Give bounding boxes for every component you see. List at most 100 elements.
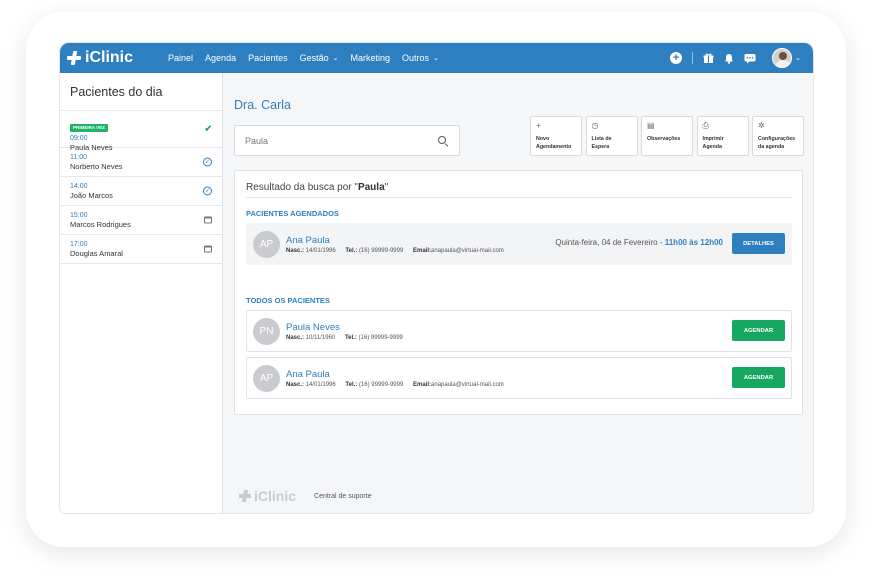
- patient-card[interactable]: AP Ana Paula Nasc.: 14/01/1996 Tel.: (16…: [246, 357, 792, 399]
- nav-label: Painel: [168, 53, 194, 63]
- agenda-settings-button[interactable]: ✲ Configurações da agenda: [752, 116, 804, 156]
- footer-logo[interactable]: iClinic: [239, 488, 296, 504]
- label-line-2: Agendamento: [536, 144, 572, 150]
- sidebar-title: Pacientes do dia: [60, 73, 222, 111]
- chat-icon[interactable]: [744, 53, 756, 64]
- nav-label: Pacientes: [248, 53, 288, 63]
- action-label: Configurações da agenda: [758, 135, 803, 151]
- app-window: iClinic Painel Agenda Pacientes Gestão ⌄ …: [59, 42, 814, 514]
- search-input[interactable]: [235, 126, 415, 155]
- schedule-button[interactable]: AGENDAR: [732, 320, 785, 341]
- first-visit-badge: PRIMEIRA VEZ: [70, 124, 108, 132]
- check-icon: ✔: [204, 123, 212, 134]
- doctor-name[interactable]: Dra. Carla: [234, 98, 291, 112]
- scheduled-patient-card[interactable]: AP Ana Paula Nasc.: 14/01/1996 Tel.: (16…: [246, 223, 792, 265]
- gear-icon: ✲: [758, 121, 765, 130]
- birth-label: Nasc.:: [286, 335, 305, 341]
- waiting-list-button[interactable]: ◷ Lista de Espera: [585, 116, 638, 156]
- nav-painel[interactable]: Painel: [168, 53, 193, 63]
- nav-pacientes[interactable]: Pacientes: [248, 53, 288, 63]
- patient-list-item[interactable]: PRIMEIRA VEZ 09:00 Paula Neves ✔: [60, 111, 222, 152]
- support-center-link[interactable]: Central de suporte: [314, 493, 372, 500]
- iclinic-logo-icon: [239, 490, 251, 502]
- birth-value: 10/11/1960: [305, 335, 336, 341]
- details-button[interactable]: DETALHES: [732, 233, 785, 254]
- user-avatar[interactable]: [772, 48, 793, 68]
- printer-icon: ⎙: [702, 121, 709, 130]
- patient-name-link[interactable]: Paula Neves: [286, 322, 340, 333]
- birth-label: Nasc.:: [286, 382, 305, 388]
- patient-search: [234, 125, 460, 156]
- appointment-time: 11h00 às 12h00: [664, 238, 723, 247]
- nav-label: Marketing: [350, 53, 391, 63]
- nav-marketing[interactable]: Marketing: [351, 53, 391, 63]
- chevron-down-icon: ⌄: [433, 55, 439, 62]
- phone-label: Tel.:: [344, 335, 357, 341]
- plus-glyph: +: [670, 52, 683, 64]
- patient-name-link[interactable]: Ana Paula: [286, 235, 330, 246]
- patient-avatar: PN: [253, 318, 280, 345]
- patient-list-item[interactable]: 17:00 Douglas Amaral: [60, 235, 222, 264]
- footer: iClinic Central de suporte: [239, 488, 372, 504]
- patient-meta: Nasc.: 10/11/1960 Tel.: (16) 99999-9999: [286, 335, 403, 341]
- print-agenda-button[interactable]: ⎙ Imprimir Agenda: [696, 116, 749, 156]
- nav-gestao[interactable]: Gestão ⌄: [300, 53, 339, 63]
- phone-label: Tel.:: [345, 382, 358, 388]
- email-value: anapaula@virtual-mail.com: [431, 382, 504, 388]
- footer-logo-text: iClinic: [254, 488, 297, 504]
- patient-card[interactable]: PN Paula Neves Nasc.: 10/11/1960 Tel.: (…: [246, 310, 792, 352]
- label-line-1: Imprimir: [702, 136, 724, 142]
- new-appointment-button[interactable]: + Novo Agendamento: [530, 116, 582, 156]
- label-line-2: Agenda: [702, 144, 722, 150]
- action-label: Lista de Espera: [592, 135, 637, 151]
- nav-agenda[interactable]: Agenda: [205, 53, 236, 63]
- search-icon[interactable]: [438, 136, 446, 144]
- observations-button[interactable]: ▤ Observações: [641, 116, 693, 156]
- label-line-2: da agenda: [758, 144, 785, 150]
- phone-value: (16) 99999-9999: [358, 335, 403, 341]
- patient-meta: Nasc.: 14/01/1996 Tel.: (16) 99999-9999 …: [286, 248, 504, 254]
- patient-list-item[interactable]: 11:00 Norberto Neves ✓: [60, 148, 222, 177]
- add-circle-icon[interactable]: +: [670, 52, 683, 64]
- confirmed-circle-icon: ✓: [203, 157, 212, 167]
- appointment-date: Quinta-feira, 04 de Fevereiro -: [555, 238, 665, 247]
- label-line-1: Observações: [647, 136, 681, 142]
- iclinic-logo[interactable]: iClinic: [67, 49, 133, 67]
- patient-list-item[interactable]: 14:00 João Marcos ✓: [60, 177, 222, 206]
- plus-icon: +: [536, 121, 541, 130]
- patient-name-link[interactable]: Ana Paula: [286, 369, 330, 380]
- calendar-shape: [204, 245, 212, 253]
- results-title-prefix: Resultado da busca por ": [246, 182, 358, 193]
- email-value: anapaula@virtual-mail.com: [431, 248, 504, 254]
- scheduled-patients-label: PACIENTES AGENDADOS: [246, 209, 339, 218]
- label-line-2: Espera: [591, 144, 610, 150]
- calendar-shape: [204, 216, 212, 224]
- email-label: Email:: [413, 248, 432, 254]
- schedule-button[interactable]: AGENDAR: [732, 367, 785, 388]
- bell-icon[interactable]: [724, 53, 734, 64]
- phone-value: (16) 99999-9999: [358, 382, 404, 388]
- calendar-icon: [204, 245, 212, 253]
- chevron-down-icon[interactable]: ⌄: [795, 54, 801, 62]
- divider: [246, 197, 792, 198]
- divider: [692, 52, 694, 64]
- birth-label: Nasc.:: [286, 248, 305, 254]
- top-actions: + ⌄: [660, 43, 801, 73]
- confirmed-circle-icon: ✓: [203, 186, 212, 196]
- nav-outros[interactable]: Outros ⌄: [402, 53, 439, 63]
- action-label: Observações: [647, 135, 692, 143]
- chevron-down-icon: ⌄: [332, 55, 339, 62]
- check-glyph: ✓: [203, 186, 212, 196]
- patient-time: 14:00: [70, 183, 88, 190]
- appointment-datetime: Quinta-feira, 04 de Fevereiro - 11h00 às…: [555, 238, 723, 247]
- agenda-actions: + Novo Agendamento ◷ Lista de Espera ▤ Obs…: [530, 116, 808, 156]
- nav-label: Gestão: [299, 53, 329, 63]
- patient-list-item[interactable]: 15:00 Marcos Rodrigues: [60, 206, 222, 235]
- patient-time: 17:00: [70, 241, 88, 248]
- patient-time: 11:00: [70, 154, 87, 161]
- results-title: Resultado da busca por "Paula": [246, 182, 388, 193]
- clock-icon: ◷: [591, 121, 599, 130]
- patient-name: Douglas Amaral: [70, 249, 123, 258]
- patient-avatar: AP: [253, 365, 280, 392]
- gift-icon[interactable]: [703, 53, 714, 64]
